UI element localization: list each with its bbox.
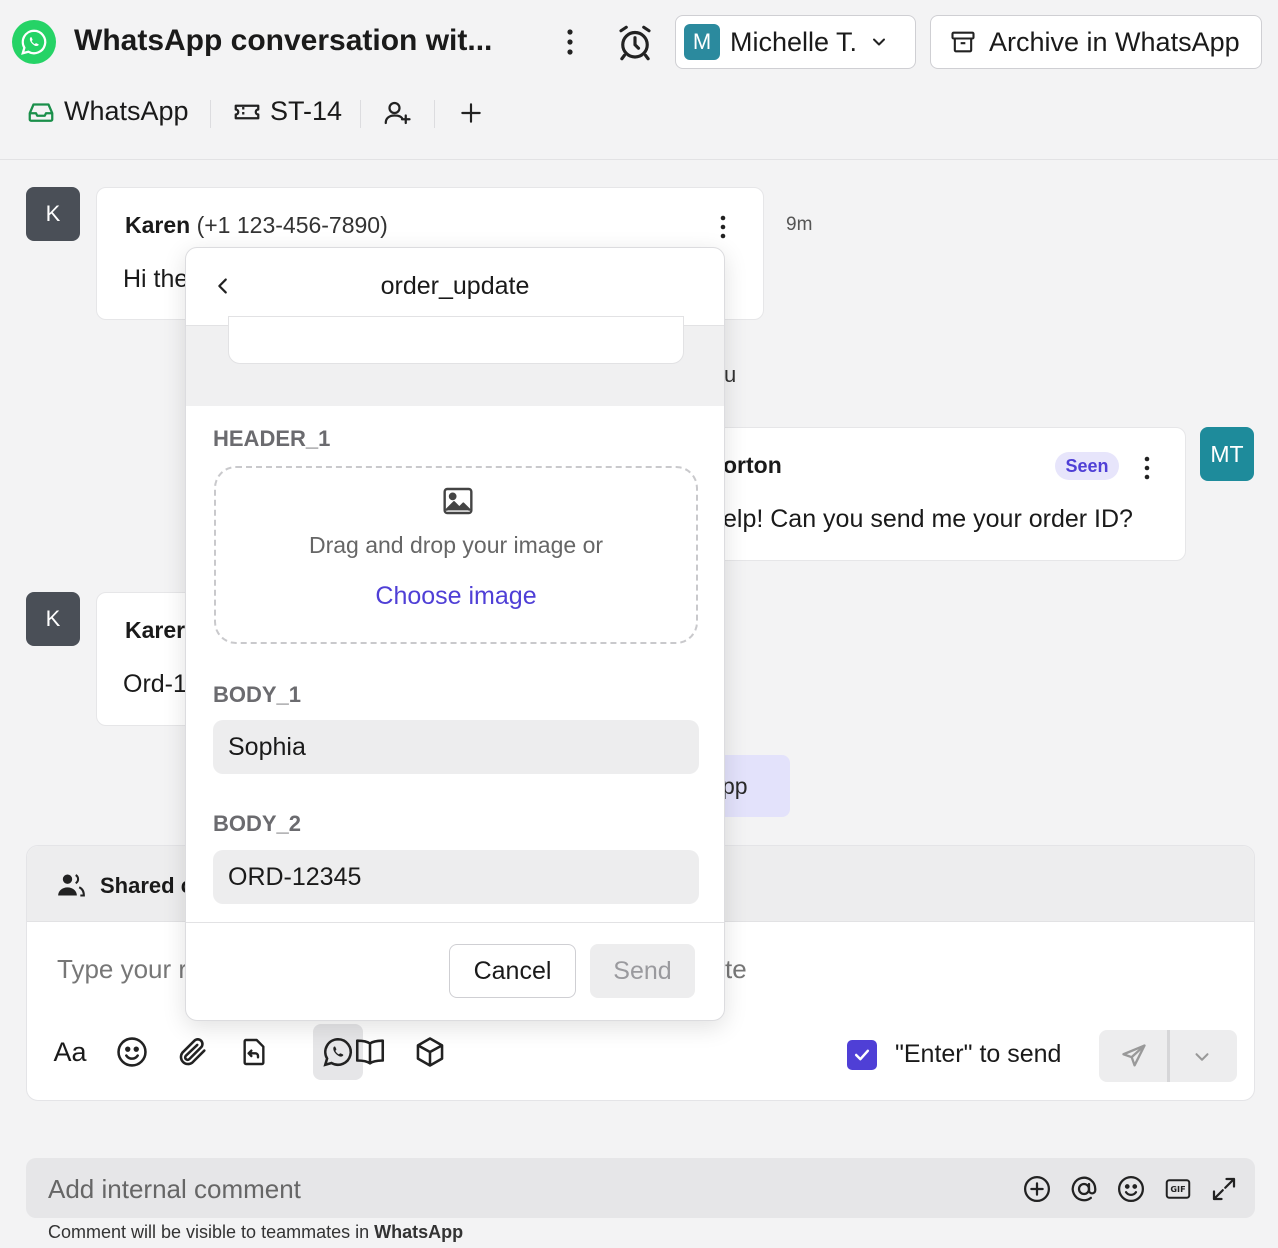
message-time: 9m <box>786 214 813 235</box>
popup-header: order_update <box>186 248 724 326</box>
font-tool-label: Aa <box>53 1036 87 1067</box>
snooze-alarm-icon[interactable] <box>614 22 656 64</box>
image-dropzone[interactable]: Drag and drop your image or Choose image <box>214 466 698 644</box>
note-target: WhatsApp <box>374 1222 464 1242</box>
message-input-fragment: te <box>725 954 747 984</box>
assignee-name: Michelle T. <box>730 26 858 57</box>
divider <box>434 100 435 128</box>
body-2-input[interactable]: ORD-12345 <box>213 850 699 904</box>
message-text: Ord-1 <box>123 670 187 698</box>
canned-response-icon[interactable] <box>229 1024 279 1080</box>
integrations-cube-icon[interactable] <box>405 1024 455 1080</box>
expand-icon[interactable] <box>1209 1174 1239 1204</box>
comment-placeholder: Add internal comment <box>48 1174 301 1204</box>
mention-icon[interactable] <box>1069 1174 1099 1204</box>
archive-icon <box>951 31 975 53</box>
conversation-tabs: WhatsApp ST-14 <box>0 90 600 138</box>
assignee-avatar: M <box>684 24 720 60</box>
sender-name: orton <box>723 452 782 478</box>
send-icon[interactable] <box>1119 1042 1149 1070</box>
pill-text: pp <box>722 773 748 799</box>
ticket-icon <box>234 104 260 119</box>
avatar: MT <box>1200 427 1254 481</box>
send-split-button <box>1099 1030 1237 1082</box>
cancel-button[interactable]: Cancel <box>449 944 576 998</box>
enter-to-send-label: "Enter" to send <box>895 1040 1062 1068</box>
internal-comment-field[interactable]: Add internal comment GIF <box>26 1158 1255 1218</box>
emoji-icon[interactable] <box>1116 1174 1146 1204</box>
page-title: WhatsApp conversation wit... <box>74 24 493 57</box>
svg-text:GIF: GIF <box>1170 1184 1185 1194</box>
assignee-dropdown[interactable]: M Michelle T. <box>675 15 916 69</box>
choose-image-link[interactable]: Choose image <box>216 582 696 611</box>
divider <box>360 100 361 128</box>
inbox-icon <box>28 102 54 122</box>
enter-to-send-checkbox[interactable] <box>847 1040 877 1070</box>
archive-label: Archive in WhatsApp <box>989 26 1240 57</box>
preview-card <box>228 316 684 364</box>
popup-title: order_update <box>380 272 530 300</box>
message-more-icon[interactable] <box>1137 453 1157 483</box>
tab-whatsapp-inbox[interactable]: WhatsApp <box>26 96 189 127</box>
input-value: ORD-12345 <box>228 863 362 891</box>
inbox-label: WhatsApp <box>64 96 189 126</box>
archive-button[interactable]: Archive in WhatsApp <box>930 15 1262 69</box>
add-circle-icon[interactable] <box>1022 1174 1052 1204</box>
template-preview <box>186 316 724 406</box>
input-value: Sophia <box>228 733 306 761</box>
chevron-down-icon[interactable] <box>1191 1046 1213 1068</box>
popup-footer: Cancel Send <box>186 922 724 1020</box>
message-more-icon[interactable] <box>713 212 733 242</box>
sender-phone: (+1 123-456-7890) <box>196 212 388 238</box>
chevron-down-icon <box>873 38 886 46</box>
shared-label: Shared c <box>100 873 193 898</box>
message-bubble: orton elp! Can you send me your order ID… <box>700 427 1186 561</box>
status-badge: Seen <box>1055 452 1119 480</box>
conversation-header: WhatsApp conversation wit... M Michelle … <box>0 0 1278 160</box>
avatar: K <box>26 187 80 241</box>
knowledge-base-icon[interactable] <box>345 1024 395 1080</box>
whatsapp-icon <box>12 20 56 64</box>
message-fragment: u <box>724 362 737 387</box>
gif-icon[interactable]: GIF <box>1163 1174 1193 1204</box>
message-text: elp! Can you send me your order ID? <box>723 505 1133 533</box>
image-icon <box>443 487 473 515</box>
header-field-label: HEADER_1 <box>213 426 331 451</box>
add-participant-icon[interactable] <box>382 98 412 128</box>
text-format-button[interactable]: Aa <box>45 1024 95 1080</box>
avatar: K <box>26 592 80 646</box>
back-chevron-icon[interactable] <box>212 275 234 297</box>
users-icon <box>58 874 85 897</box>
body-field-label: BODY_1 <box>213 682 302 707</box>
message-sender: Karen (+1 123-456-7890) <box>125 212 388 239</box>
sender-name: Karer <box>125 617 186 643</box>
body-1-input[interactable]: Sophia <box>213 720 699 774</box>
divider <box>210 100 211 128</box>
send-button[interactable]: Send <box>590 944 695 998</box>
sender-name: Karen <box>125 212 191 238</box>
ticket-label: ST-14 <box>270 96 343 126</box>
template-variables-popup: order_update HEADER_1 Drag and drop your… <box>185 247 725 1021</box>
emoji-icon[interactable] <box>107 1024 157 1080</box>
more-options-icon[interactable] <box>558 24 582 60</box>
attachment-icon[interactable] <box>168 1024 218 1080</box>
dropzone-text: Drag and drop your image or <box>308 532 604 558</box>
add-tab-icon[interactable] <box>458 100 484 126</box>
comment-visibility-note: Comment will be visible to teammates in … <box>48 1222 463 1243</box>
divider <box>1167 1030 1170 1082</box>
tab-ticket[interactable]: ST-14 <box>232 96 342 127</box>
message-text: Hi the <box>123 265 189 293</box>
body-field-label: BODY_2 <box>213 811 302 836</box>
message-input[interactable]: Type your r <box>57 954 187 985</box>
note-prefix: Comment will be visible to teammates in <box>48 1222 370 1242</box>
